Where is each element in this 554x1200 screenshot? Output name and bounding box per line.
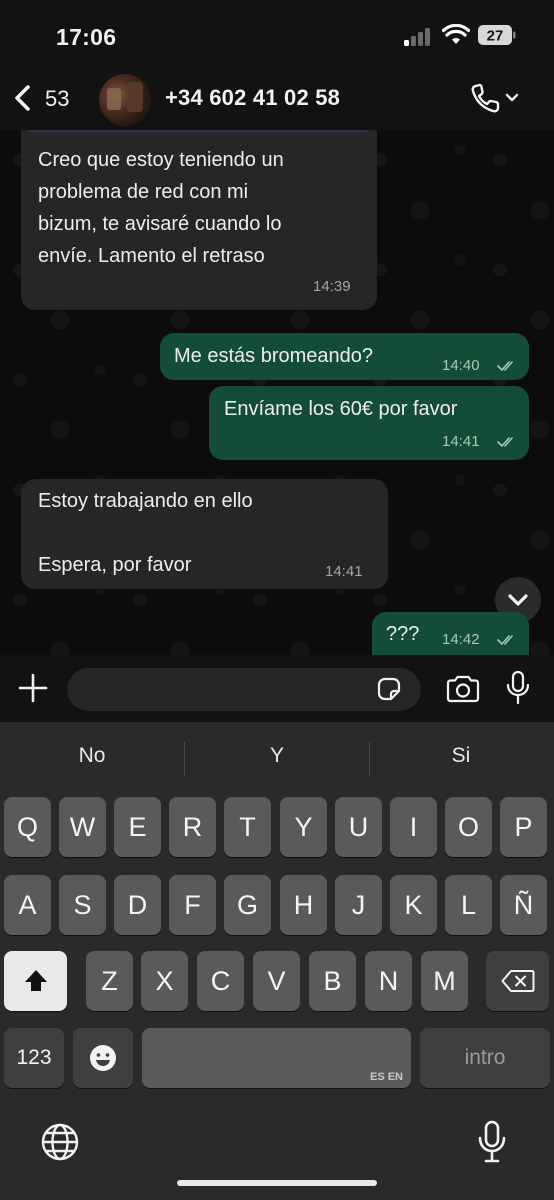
- message-time: 14:40: [442, 357, 480, 374]
- unread-chats-count[interactable]: 53: [45, 86, 69, 112]
- emoji-key[interactable]: [73, 1028, 133, 1088]
- key-y[interactable]: Y: [280, 797, 327, 857]
- camera-icon[interactable]: [445, 674, 481, 704]
- message-time: 14:39: [313, 278, 351, 295]
- space-bar[interactable]: ES EN: [142, 1028, 411, 1088]
- message-text: Creo que estoy teniendo un problema de r…: [38, 149, 284, 267]
- message-input-bar: [0, 655, 554, 722]
- key-q[interactable]: Q: [4, 797, 51, 857]
- microphone-icon[interactable]: [505, 670, 531, 706]
- key-p[interactable]: P: [500, 797, 547, 857]
- message-list[interactable]: Creo que estoy teniendo un problema de r…: [0, 130, 554, 655]
- keyboard-languages: ES EN: [369, 1071, 403, 1083]
- message-text: Envíame los 60€ por favor: [224, 398, 458, 420]
- outgoing-message[interactable]: Envíame los 60€ por favor 14:41: [209, 386, 529, 460]
- key-w[interactable]: W: [59, 797, 106, 857]
- incoming-message[interactable]: Estoy trabajando en ello Espera, por fav…: [21, 479, 388, 589]
- suggestion-1[interactable]: No: [32, 744, 152, 768]
- key-enye[interactable]: Ñ: [500, 875, 547, 935]
- emoji-face-icon: [90, 1045, 116, 1071]
- sticker-icon[interactable]: [375, 675, 403, 703]
- key-o[interactable]: O: [445, 797, 492, 857]
- chat-header: 53 +34 602 41 02 58: [0, 70, 554, 130]
- key-s[interactable]: S: [59, 875, 106, 935]
- back-chevron-icon[interactable]: [10, 84, 36, 112]
- message-text: Me estás bromeando?: [174, 345, 374, 367]
- suggestion-divider: [369, 742, 370, 776]
- key-t[interactable]: T: [224, 797, 271, 857]
- message-time: 14:41: [325, 563, 363, 580]
- backspace-icon: [501, 970, 534, 992]
- call-phone-icon[interactable]: [470, 82, 522, 114]
- status-time: 17:06: [56, 24, 117, 50]
- key-f[interactable]: F: [169, 875, 216, 935]
- key-u[interactable]: U: [335, 797, 382, 857]
- shift-arrow-icon: [24, 970, 47, 991]
- attach-plus-icon[interactable]: [17, 672, 49, 704]
- outgoing-message[interactable]: Me estás bromeando? 14:40: [160, 333, 529, 380]
- key-c[interactable]: C: [197, 951, 244, 1011]
- dictation-microphone-icon[interactable]: [477, 1120, 507, 1164]
- message-time: 14:42: [442, 631, 480, 648]
- shift-key[interactable]: [4, 951, 67, 1011]
- key-e[interactable]: E: [114, 797, 161, 857]
- key-g[interactable]: G: [224, 875, 271, 935]
- suggestion-3[interactable]: Si: [401, 744, 521, 768]
- contact-name[interactable]: +34 602 41 02 58: [165, 85, 340, 111]
- message-time: 14:41: [442, 433, 480, 450]
- key-j[interactable]: J: [335, 875, 382, 935]
- key-d[interactable]: D: [114, 875, 161, 935]
- cellular-signal-icon: [404, 28, 434, 46]
- read-receipt-ticks-icon: [497, 635, 513, 645]
- return-key[interactable]: intro: [420, 1028, 550, 1088]
- predictive-suggestions: No Y Si: [0, 722, 554, 796]
- on-screen-keyboard: No Y Si Q W E R T Y U I O P A S D F G H …: [0, 722, 554, 1200]
- incoming-message[interactable]: Creo que estoy teniendo un problema de r…: [21, 130, 377, 310]
- read-receipt-ticks-icon: [497, 361, 513, 371]
- read-receipt-ticks-icon: [497, 437, 513, 447]
- key-n[interactable]: N: [365, 951, 412, 1011]
- status-bar: 17:06 27: [0, 0, 554, 70]
- key-i[interactable]: I: [390, 797, 437, 857]
- message-input[interactable]: [67, 668, 421, 711]
- backspace-key[interactable]: [486, 951, 549, 1011]
- suggestion-divider: [184, 742, 185, 776]
- key-r[interactable]: R: [169, 797, 216, 857]
- wifi-icon: [442, 24, 470, 44]
- contact-avatar[interactable]: [99, 74, 151, 126]
- key-v[interactable]: V: [253, 951, 300, 1011]
- suggestion-2[interactable]: Y: [217, 744, 337, 768]
- numbers-key[interactable]: 123: [4, 1028, 64, 1088]
- key-z[interactable]: Z: [86, 951, 133, 1011]
- globe-language-icon[interactable]: [40, 1122, 80, 1162]
- battery-level: 27: [487, 28, 504, 45]
- home-indicator: [177, 1180, 377, 1186]
- key-m[interactable]: M: [421, 951, 468, 1011]
- message-text: Estoy trabajando en ello Espera, por fav…: [38, 490, 253, 576]
- key-k[interactable]: K: [390, 875, 437, 935]
- key-l[interactable]: L: [445, 875, 492, 935]
- battery-icon: 27: [478, 25, 516, 45]
- key-x[interactable]: X: [141, 951, 188, 1011]
- message-text: ???: [386, 623, 420, 645]
- key-a[interactable]: A: [4, 875, 51, 935]
- key-b[interactable]: B: [309, 951, 356, 1011]
- outgoing-message[interactable]: ??? 14:42: [372, 612, 529, 655]
- key-h[interactable]: H: [280, 875, 327, 935]
